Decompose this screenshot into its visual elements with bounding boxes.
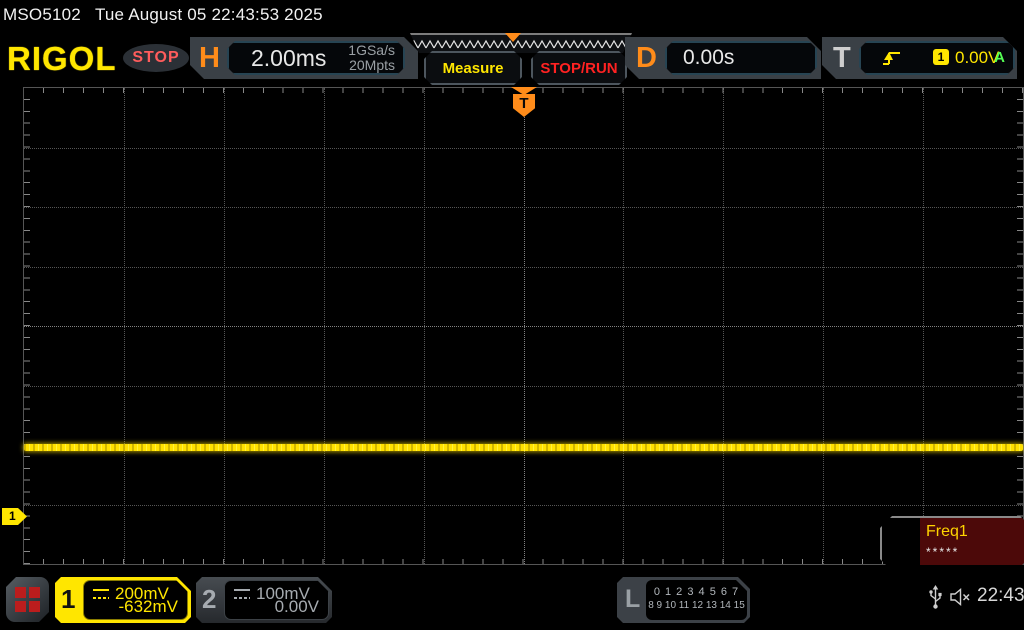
waveform-preview-strip[interactable]	[410, 33, 632, 53]
channel2-number: 2	[202, 584, 217, 614]
delay-value: 0.00s	[683, 46, 735, 69]
sample-rate: 1GSa/s	[348, 42, 395, 58]
logic-channels-badge[interactable]: L 0 1 2 3 4 5 6 7 8 9 10 11 12 13 14 15	[617, 577, 750, 623]
stop-run-button[interactable]: STOP/RUN	[531, 51, 627, 85]
home-menu-button[interactable]	[6, 577, 49, 622]
graticule-gridline	[24, 266, 1023, 268]
delay-settings-button[interactable]: D 0.00s	[625, 37, 821, 79]
freq-measurement-title: Freq1	[926, 523, 968, 540]
trigger-settings-button[interactable]: T 1 0.00V A	[822, 37, 1017, 79]
channel2-info-box: 100mV 0.00V	[224, 580, 329, 620]
preview-zigzag-waveform	[410, 35, 632, 53]
bottom-bar: 1 200mV -632mV 2 100mV 0.00V L 0 1 2 3 4…	[0, 565, 1024, 630]
graticule-gridline	[24, 207, 1023, 208]
logic-channels-row2: 8 9 10 11 12 13 14 15	[648, 600, 745, 611]
run-state-badge: STOP	[123, 44, 189, 72]
clock-label: 22:43	[977, 585, 1024, 606]
logic-channels-box: 0 1 2 3 4 5 6 7 8 9 10 11 12 13 14 15	[646, 580, 747, 620]
graticule-ticks-left	[24, 88, 30, 564]
waveform-display-area: T 1 Freq1 *****	[2, 87, 1024, 567]
graticule-ticks-bottom	[24, 559, 1023, 564]
graticule-gridline	[24, 147, 1023, 149]
graticule-ticks-right	[1017, 88, 1023, 564]
horizontal-settings-button[interactable]: H 2.00ms 1GSa/s 20Mpts	[190, 37, 418, 79]
freq-measurement-value: *****	[926, 545, 960, 559]
rising-edge-trigger-icon	[881, 48, 903, 68]
trigger-box: 1 0.00V A	[859, 41, 1015, 75]
channel1-offset: -632mV	[118, 597, 178, 616]
acquisition-info: 1GSa/s 20Mpts	[348, 43, 395, 73]
channel1-number: 1	[61, 584, 76, 614]
model-name: MSO5102	[3, 5, 81, 24]
oscilloscope-screen: MSO5102 Tue August 05 22:43:53 2025 RIGOL…	[0, 0, 1024, 630]
dc-coupling-icon	[93, 589, 109, 599]
timebase-value: 2.00ms	[251, 45, 327, 71]
measure-button[interactable]: Measure	[424, 51, 522, 85]
dc-coupling-icon	[234, 589, 250, 599]
delay-box: 0.00s	[665, 41, 817, 75]
rigol-logo: RIGOL	[7, 40, 117, 77]
preview-trigger-position-icon	[505, 33, 521, 42]
channel2-badge[interactable]: 2 100mV 0.00V	[196, 577, 332, 623]
horizontal-label: H	[199, 42, 220, 74]
trigger-position-marker[interactable]: T	[513, 94, 535, 117]
channel1-badge[interactable]: 1 200mV -632mV	[55, 577, 191, 623]
trigger-sweep-mode: A	[994, 49, 1005, 66]
datetime-label: Tue August 05 22:43:53 2025	[94, 5, 323, 24]
speaker-muted-icon	[950, 588, 970, 606]
graticule-gridline	[24, 385, 1023, 387]
channel1-waveform-trace	[24, 444, 1023, 451]
grid-menu-icon	[15, 587, 40, 612]
logic-channels-row1: 0 1 2 3 4 5 6 7	[653, 586, 740, 598]
graticule-center-hline	[24, 326, 1023, 327]
channel1-info-box: 200mV -632mV	[83, 580, 188, 620]
graticule-gridline	[24, 504, 1023, 506]
trigger-label: T	[833, 42, 851, 74]
logic-label: L	[625, 585, 641, 613]
memory-depth: 20Mpts	[349, 57, 395, 73]
freq-measurement-panel[interactable]: Freq1 *****	[880, 516, 1024, 567]
usb-icon	[929, 585, 942, 609]
channel2-offset: 0.00V	[274, 597, 319, 616]
status-bar: MSO5102 Tue August 05 22:43:53 2025	[3, 5, 323, 25]
trigger-source-badge: 1	[933, 49, 949, 65]
trigger-position-arrow-icon[interactable]	[511, 87, 537, 95]
timebase-box: 2.00ms 1GSa/s 20Mpts	[227, 41, 405, 75]
trigger-level-value: 0.00V	[955, 48, 1000, 67]
delay-label: D	[636, 42, 657, 74]
